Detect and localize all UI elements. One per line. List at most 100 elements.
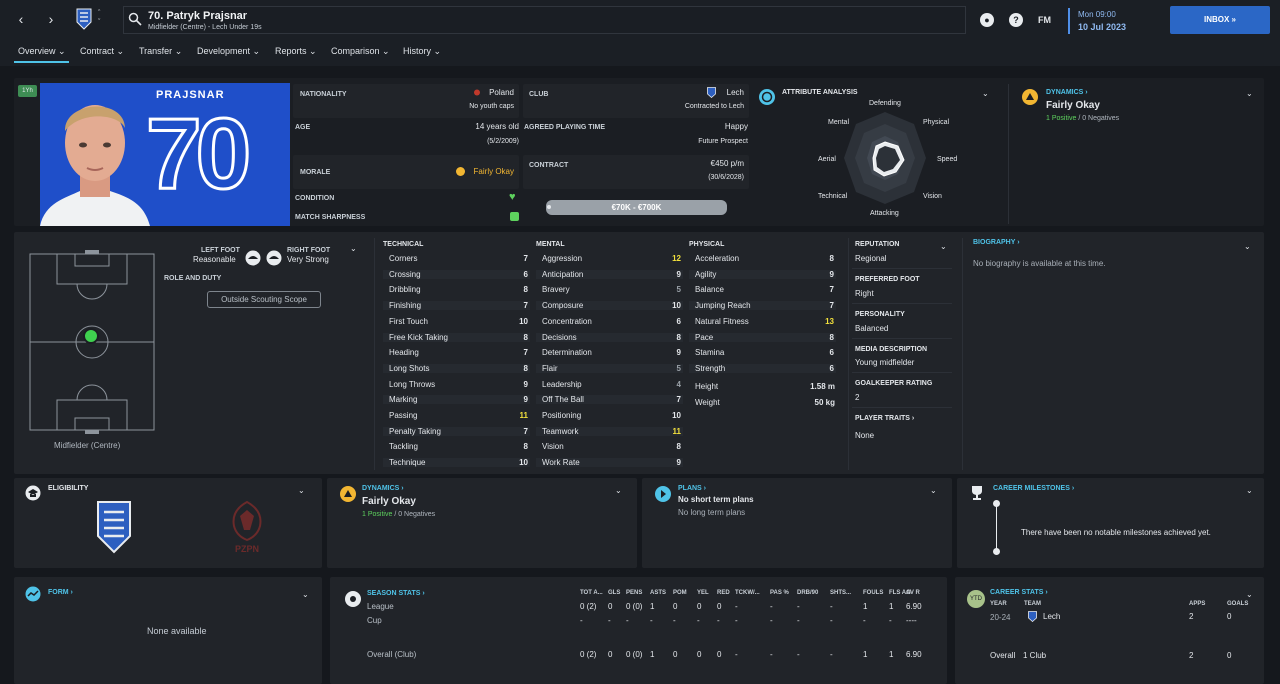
attribute-row[interactable]: Jumping Reach 7 <box>689 301 836 311</box>
season-stats-column-header[interactable]: DRB/90 <box>797 590 818 596</box>
season-stats-column-header[interactable]: PAS % <box>770 590 789 596</box>
lech-crest-icon[interactable] <box>96 500 132 554</box>
attribute-row[interactable]: Marking 9 <box>383 395 530 405</box>
attribute-row[interactable]: Vision 8 <box>536 442 683 451</box>
chevron-down-icon[interactable]: ⌄ <box>1246 590 1253 599</box>
season-stats-column-header[interactable]: PENS <box>626 590 642 596</box>
season-stats-column-header[interactable]: POM <box>673 590 687 596</box>
season-stats-column-header[interactable]: ASTS <box>650 590 666 596</box>
tab-overview[interactable]: Overview ⌄ <box>18 46 66 57</box>
attribute-row[interactable]: Work Rate 9 <box>536 458 683 468</box>
date-value[interactable]: 10 Jul 2023 <box>1078 22 1126 32</box>
attribute-row[interactable]: Dribbling 8 <box>383 285 530 294</box>
attribute-row[interactable]: Off The Ball 7 <box>536 395 683 405</box>
tab-transfer[interactable]: Transfer ⌄ <box>139 46 182 57</box>
attribute-value: 9 <box>523 395 528 405</box>
attribute-row[interactable]: Teamwork 11 <box>536 426 683 436</box>
club-crest-icon[interactable] <box>76 8 92 30</box>
chevron-down-icon[interactable]: ⌄ <box>1246 486 1253 495</box>
attribute-row[interactable]: Balance 7 <box>689 285 836 294</box>
attribute-row[interactable]: Composure 10 <box>536 301 683 311</box>
forward-arrow-icon[interactable]: › <box>40 8 62 30</box>
attribute-row[interactable]: Acceleration 8 <box>689 254 836 263</box>
wage-value[interactable]: €450 p/m <box>640 159 744 168</box>
search-icon[interactable] <box>128 12 142 26</box>
season-stats-title[interactable]: SEASON STATS › <box>367 590 425 597</box>
attribute-value: 8 <box>523 285 528 295</box>
season-stats-column-header[interactable]: FOULS <box>863 590 883 596</box>
tab-reports[interactable]: Reports ⌄ <box>275 46 317 57</box>
chevron-down-icon[interactable]: ⌄ <box>982 89 989 98</box>
attribute-row[interactable]: Tackling 8 <box>383 442 530 451</box>
nationality-value[interactable]: Poland <box>440 88 514 97</box>
biography-title[interactable]: BIOGRAPHY › <box>973 239 1020 246</box>
inbox-button[interactable]: INBOX » <box>1170 6 1270 34</box>
attribute-row[interactable]: Natural Fitness 13 <box>689 317 836 326</box>
season-stats-column-header[interactable]: RED <box>717 590 730 596</box>
club-value[interactable]: Lech <box>680 88 744 97</box>
attribute-row[interactable]: Determination 9 <box>536 348 683 357</box>
chevron-down-icon[interactable]: ⌄ <box>940 242 947 251</box>
attribute-row[interactable]: Passing 11 <box>383 411 530 420</box>
season-stats-column-header[interactable]: GLS <box>608 590 620 596</box>
chevron-down-icon[interactable]: ⌄ <box>298 486 305 495</box>
pzpn-crest-icon[interactable]: PZPN <box>228 500 266 554</box>
help-icon[interactable]: ? <box>1009 13 1023 27</box>
attribute-row[interactable]: Positioning 10 <box>536 411 683 420</box>
attribute-row[interactable]: Technique 10 <box>383 458 530 468</box>
pitch-diagram[interactable] <box>27 250 157 434</box>
career-stats-title[interactable]: CAREER STATS › <box>990 589 1048 596</box>
season-stats-column-header[interactable]: TOT A... <box>580 590 603 596</box>
skull-icon[interactable]: ● <box>980 13 994 27</box>
chevron-down-icon[interactable]: ⌄ <box>1244 242 1251 251</box>
attribute-row[interactable]: Long Shots 8 <box>383 363 530 373</box>
attribute-row[interactable]: Crossing 6 <box>383 269 530 279</box>
season-stats-column-header[interactable]: TCKW/... <box>735 590 760 596</box>
season-stats-column-header[interactable]: SHTS... <box>830 590 851 596</box>
player-traits-link[interactable]: PLAYER TRAITS › <box>855 415 914 422</box>
player-switch-arrows[interactable]: ˆˇ <box>98 9 100 27</box>
career-team[interactable]: Lech <box>1043 612 1060 621</box>
milestones-title[interactable]: CAREER MILESTONES › <box>993 485 1074 492</box>
chevron-down-icon[interactable]: ⌄ <box>350 244 357 253</box>
attribute-row[interactable]: Penalty Taking 7 <box>383 426 530 436</box>
back-arrow-icon[interactable]: ‹ <box>10 8 32 30</box>
attribute-row[interactable]: Agility 9 <box>689 269 836 279</box>
attribute-row[interactable]: Leadership 4 <box>536 380 683 389</box>
attribute-row[interactable]: Free Kick Taking 8 <box>383 332 530 342</box>
form-title[interactable]: FORM › <box>48 589 73 596</box>
season-stats-column-header[interactable]: AV R <box>906 590 920 596</box>
attribute-row[interactable]: Pace 8 <box>689 332 836 342</box>
morale-value[interactable]: Fairly Okay <box>440 167 514 176</box>
tab-development[interactable]: Development ⌄ <box>197 46 260 57</box>
attribute-row[interactable]: First Touch 10 <box>383 317 530 326</box>
attribute-row[interactable]: Anticipation 9 <box>536 269 683 279</box>
attribute-row[interactable]: Aggression 12 <box>536 254 683 263</box>
fm-menu-button[interactable]: FM <box>1038 15 1051 25</box>
attribute-row[interactable]: Strength 6 <box>689 363 836 373</box>
scouting-scope-button[interactable]: Outside Scouting Scope <box>207 291 321 308</box>
chevron-down-icon[interactable]: ⌄ <box>302 590 309 599</box>
attribute-row[interactable]: Decisions 8 <box>536 332 683 342</box>
attribute-row[interactable]: Stamina 6 <box>689 348 836 357</box>
tab-contract[interactable]: Contract ⌄ <box>80 46 124 57</box>
tab-history[interactable]: History ⌄ <box>403 46 441 57</box>
chevron-down-icon[interactable]: ⌄ <box>615 486 622 495</box>
attribute-row[interactable]: Flair 5 <box>536 363 683 373</box>
attribute-row[interactable]: Corners 7 <box>383 254 530 263</box>
season-stats-column-header[interactable]: YEL <box>697 590 709 596</box>
chevron-down-icon[interactable]: ⌄ <box>1246 89 1253 98</box>
dynamics-title[interactable]: DYNAMICS › <box>1046 89 1088 96</box>
attribute-row[interactable]: Long Throws 9 <box>383 380 530 389</box>
attribute-value: 10 <box>672 301 681 311</box>
attribute-radar-chart[interactable] <box>840 108 930 208</box>
tab-comparison[interactable]: Comparison ⌄ <box>331 46 390 57</box>
attribute-row[interactable]: Heading 7 <box>383 348 530 357</box>
plans-title[interactable]: PLANS › <box>678 485 706 492</box>
attribute-row[interactable]: Bravery 5 <box>536 285 683 294</box>
value-range-bar[interactable]: €70K - €700K <box>546 200 727 215</box>
attribute-row[interactable]: Concentration 6 <box>536 317 683 326</box>
chevron-down-icon[interactable]: ⌄ <box>930 486 937 495</box>
dynamics-mid-title[interactable]: DYNAMICS › <box>362 485 404 492</box>
attribute-row[interactable]: Finishing 7 <box>383 301 530 311</box>
